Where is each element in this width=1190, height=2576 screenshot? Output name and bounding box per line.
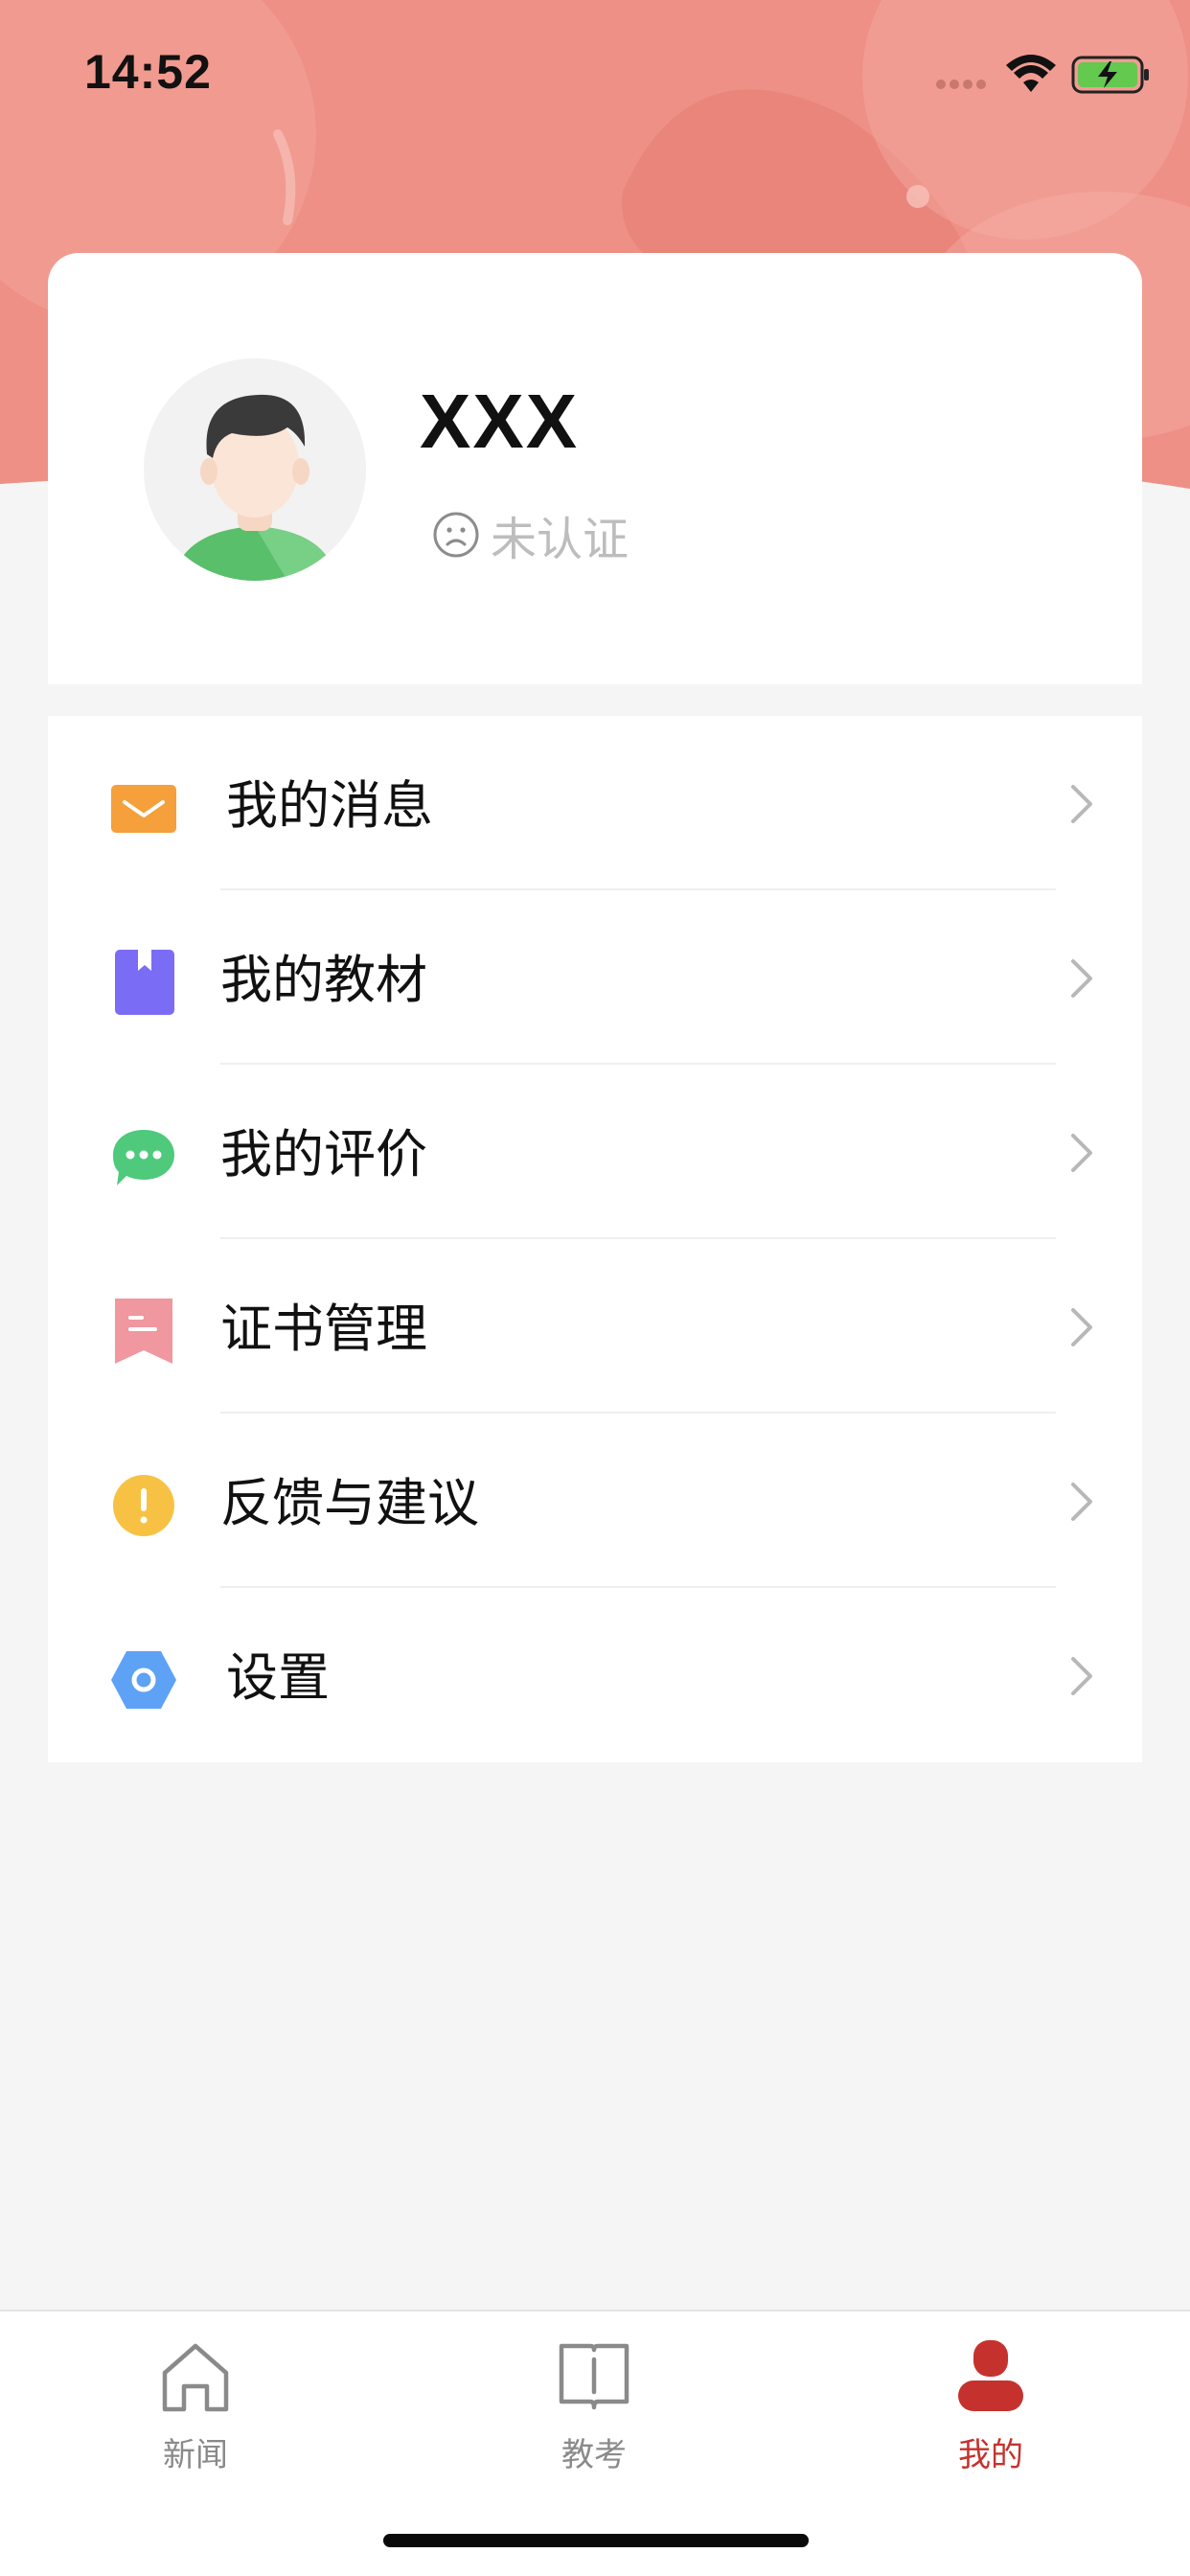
chevron-right-icon <box>1071 1308 1092 1346</box>
verify-status[interactable]: 未认证 <box>431 506 629 566</box>
menu-item-label: 设置 <box>226 1647 330 1708</box>
menu-item-feedback[interactable]: 反馈与建议 <box>48 1414 1142 1588</box>
chevron-right-icon <box>1071 1134 1092 1172</box>
hexagon-gear-icon <box>111 1651 176 1709</box>
tab-teaching-exam[interactable]: 教考 <box>498 2338 690 2482</box>
menu-item-reviews[interactable]: 我的评价 <box>48 1065 1142 1239</box>
tab-label: 新闻 <box>163 2436 228 2474</box>
avatar[interactable] <box>144 358 366 581</box>
sad-face-icon <box>433 512 479 558</box>
tab-label: 我的 <box>958 2436 1023 2474</box>
chevron-right-icon <box>1071 1483 1092 1521</box>
menu-item-label: 我的教材 <box>220 950 427 1010</box>
profile-card[interactable]: XXX 未认证 <box>48 253 1142 684</box>
person-icon <box>958 2340 1023 2411</box>
menu-item-label: 证书管理 <box>220 1299 427 1359</box>
chevron-right-icon <box>1071 785 1092 823</box>
menu-list: 我的消息 我的教材 我的评价 证书管理 反馈与建议 设置 <box>48 716 1142 1762</box>
battery-icon <box>1071 56 1149 94</box>
wifi-icon <box>1006 55 1056 92</box>
status-icons <box>931 50 1152 98</box>
chevron-right-icon <box>1071 1657 1092 1695</box>
menu-item-label: 我的消息 <box>226 775 433 836</box>
home-icon <box>162 2343 229 2412</box>
bookmark-book-icon <box>115 950 174 1015</box>
chat-bubble-icon <box>113 1130 174 1185</box>
tab-mine[interactable]: 我的 <box>895 2338 1087 2482</box>
verify-status-label: 未认证 <box>491 513 629 566</box>
exclamation-icon <box>113 1475 174 1536</box>
signal-icon <box>936 80 986 89</box>
status-time: 14:52 <box>84 45 212 99</box>
menu-item-label: 反馈与建议 <box>220 1473 479 1533</box>
tab-news[interactable]: 新闻 <box>100 2338 291 2482</box>
mail-icon <box>111 785 176 833</box>
status-bar: 14:52 <box>0 0 1190 144</box>
book-icon <box>559 2343 629 2410</box>
tab-label: 教考 <box>561 2436 627 2474</box>
user-name: XXX <box>420 379 580 464</box>
menu-item-label: 我的评价 <box>220 1124 427 1184</box>
menu-item-messages[interactable]: 我的消息 <box>48 716 1142 890</box>
home-indicator[interactable] <box>383 2534 809 2547</box>
menu-item-certificates[interactable]: 证书管理 <box>48 1239 1142 1414</box>
certificate-ribbon-icon <box>115 1299 172 1364</box>
menu-item-settings[interactable]: 设置 <box>48 1588 1142 1762</box>
menu-item-textbooks[interactable]: 我的教材 <box>48 890 1142 1065</box>
chevron-right-icon <box>1071 959 1092 998</box>
